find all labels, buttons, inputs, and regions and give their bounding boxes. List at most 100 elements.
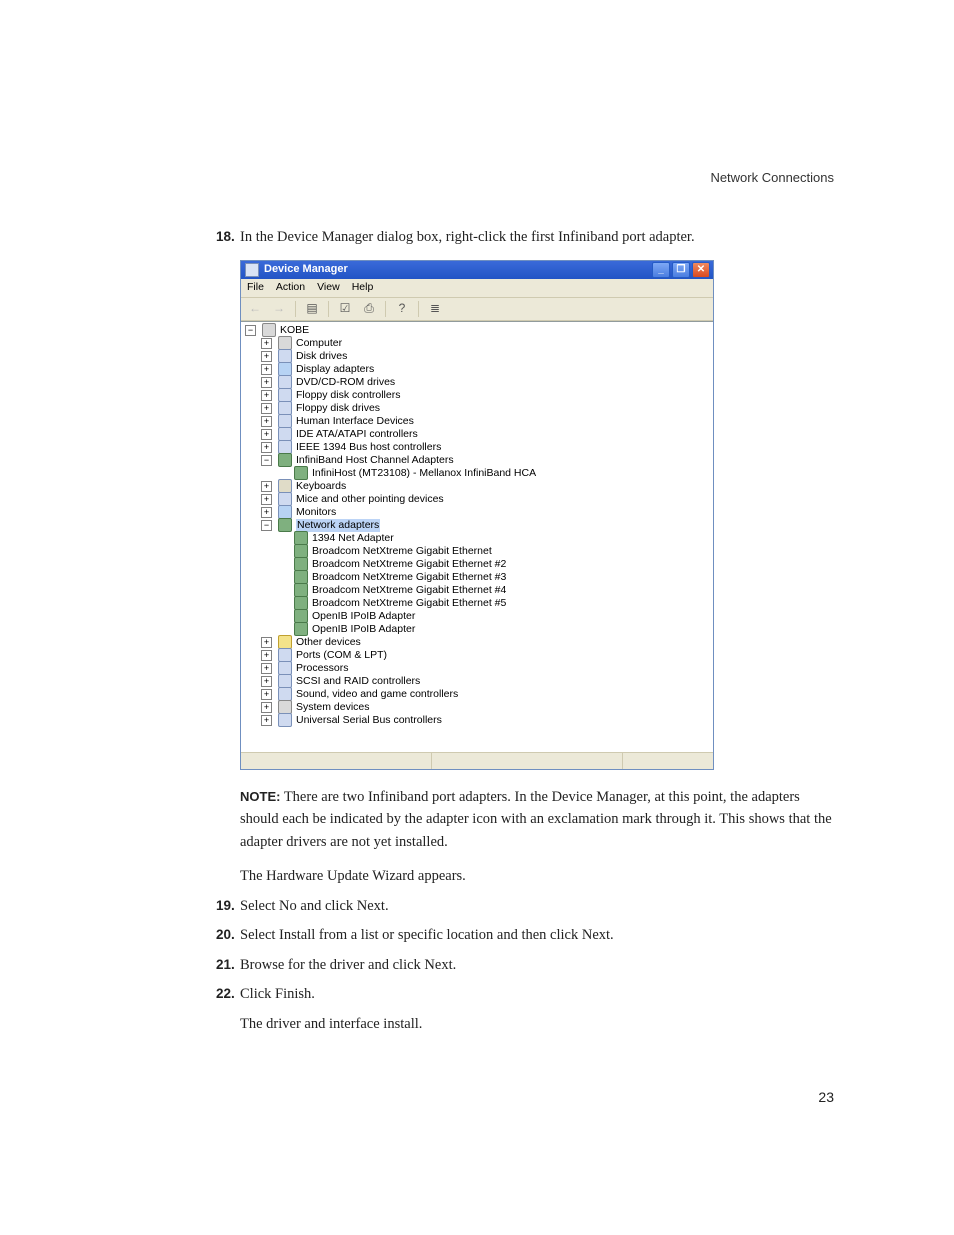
step-19-number: 19. <box>216 897 235 915</box>
tree-item-other-devices[interactable]: + Other devices <box>261 636 713 649</box>
tree-item-display-adapters[interactable]: +Display adapters <box>261 363 713 376</box>
expand-icon[interactable]: + <box>261 416 272 427</box>
tree-item-usb[interactable]: +Universal Serial Bus controllers <box>261 714 713 727</box>
help-icon[interactable]: ? <box>392 299 412 319</box>
collapse-icon[interactable]: − <box>261 520 272 531</box>
expand-icon[interactable]: + <box>261 689 272 700</box>
tree-root[interactable]: − KOBE <box>245 324 713 337</box>
maximize-button[interactable]: ❐ <box>672 262 690 278</box>
ieee1394-icon <box>278 440 292 454</box>
label: Processors <box>296 662 349 675</box>
expand-icon[interactable]: + <box>261 715 272 726</box>
adapter-icon <box>294 583 308 597</box>
expand-icon[interactable]: + <box>261 650 272 661</box>
step-22-number: 22. <box>216 985 235 1003</box>
scan-hardware-icon[interactable]: ≣ <box>425 299 445 319</box>
tree-item-processors[interactable]: + Processors <box>261 662 713 675</box>
tree-item-ieee1394[interactable]: +IEEE 1394 Bus host controllers <box>261 441 713 454</box>
expand-blank <box>277 572 288 583</box>
expand-icon[interactable]: + <box>261 637 272 648</box>
tree-item-mice[interactable]: +Mice and other pointing devices <box>261 493 713 506</box>
tree-item-broadcom-2[interactable]: Broadcom NetXtreme Gigabit Ethernet #2 <box>277 558 713 571</box>
label: Broadcom NetXtreme Gigabit Ethernet <box>312 545 492 558</box>
tree-item-computer[interactable]: +Computer <box>261 337 713 350</box>
expand-icon[interactable]: + <box>261 676 272 687</box>
computer-icon <box>262 323 276 337</box>
tree-item-floppy[interactable]: +Floppy disk drives <box>261 402 713 415</box>
tree-item-broadcom-3[interactable]: Broadcom NetXtreme Gigabit Ethernet #3 <box>277 571 713 584</box>
expand-icon[interactable]: + <box>261 663 272 674</box>
expand-icon[interactable]: + <box>261 390 272 401</box>
tree-item-network-adapters[interactable]: −Network adapters <box>261 519 713 532</box>
tree-item-monitors[interactable]: +Monitors <box>261 506 713 519</box>
toolbar-separator <box>418 301 419 317</box>
menu-file[interactable]: File <box>247 280 264 294</box>
tree-item-dvd[interactable]: +DVD/CD-ROM drives <box>261 376 713 389</box>
toolbar-separator <box>328 301 329 317</box>
tree-item-broadcom-4[interactable]: Broadcom NetXtreme Gigabit Ethernet #4 <box>277 584 713 597</box>
running-header: Network Connections <box>710 170 834 185</box>
step-20: 20. Select Install from a list or specif… <box>216 926 834 946</box>
close-button[interactable]: ✕ <box>692 262 710 278</box>
step-18: 18. In the Device Manager dialog box, ri… <box>216 228 834 248</box>
collapse-icon[interactable]: − <box>261 455 272 466</box>
tree-item-ports[interactable]: +Ports (COM & LPT) <box>261 649 713 662</box>
tree-item-scsi[interactable]: +SCSI and RAID controllers <box>261 675 713 688</box>
step-19-text: Select No and click Next. <box>240 898 389 914</box>
tree-item-hid[interactable]: + Human Interface Devices <box>261 415 713 428</box>
expand-icon[interactable]: + <box>261 403 272 414</box>
tree-item-openib-2[interactable]: OpenIB IPoIB Adapter <box>277 623 713 636</box>
step-21-number: 21. <box>216 956 235 974</box>
tree-item-openib-1[interactable]: OpenIB IPoIB Adapter <box>277 610 713 623</box>
minimize-button[interactable]: _ <box>652 262 670 278</box>
label: Broadcom NetXtreme Gigabit Ethernet #2 <box>312 558 506 571</box>
expand-icon[interactable]: + <box>261 494 272 505</box>
expand-blank <box>277 559 288 570</box>
expand-icon[interactable]: + <box>261 702 272 713</box>
tree-item-infinihost[interactable]: InfiniHost (MT23108) - Mellanox InfiniBa… <box>277 467 713 480</box>
nav-forward-icon[interactable]: → <box>269 299 289 319</box>
window-titlebar[interactable]: Device Manager _ ❐ ✕ <box>241 261 713 279</box>
statusbar-cell <box>432 753 623 769</box>
expand-icon[interactable]: + <box>261 351 272 362</box>
menu-help[interactable]: Help <box>352 280 374 294</box>
ports-icon <box>278 648 292 662</box>
label: Broadcom NetXtreme Gigabit Ethernet #5 <box>312 597 506 610</box>
expand-blank <box>277 611 288 622</box>
expand-icon[interactable]: + <box>261 442 272 453</box>
adapter-icon <box>294 609 308 623</box>
expand-icon[interactable]: + <box>261 377 272 388</box>
print-icon[interactable]: ⎙ <box>359 299 379 319</box>
collapse-icon[interactable]: − <box>245 325 256 336</box>
expand-icon[interactable]: + <box>261 429 272 440</box>
tree-item-broadcom-1[interactable]: Broadcom NetXtreme Gigabit Ethernet <box>277 545 713 558</box>
menu-action[interactable]: Action <box>276 280 305 294</box>
nav-back-icon[interactable]: ← <box>245 299 265 319</box>
display-icon <box>278 362 292 376</box>
menu-view[interactable]: View <box>317 280 340 294</box>
label: OpenIB IPoIB Adapter <box>312 623 415 636</box>
label: Other devices <box>296 636 361 649</box>
tree-item-disk-drives[interactable]: +Disk drives <box>261 350 713 363</box>
expand-icon[interactable]: + <box>261 481 272 492</box>
show-hide-tree-icon[interactable]: ▤ <box>302 299 322 319</box>
label: Human Interface Devices <box>296 415 414 428</box>
cpu-icon <box>278 661 292 675</box>
tree-item-sound[interactable]: +Sound, video and game controllers <box>261 688 713 701</box>
sound-icon <box>278 687 292 701</box>
tree-item-keyboards[interactable]: + Keyboards <box>261 480 713 493</box>
tree-item-broadcom-5[interactable]: Broadcom NetXtreme Gigabit Ethernet #5 <box>277 597 713 610</box>
expand-blank <box>277 533 288 544</box>
label: Keyboards <box>296 480 346 493</box>
tree-item-infiniband-hca[interactable]: −InfiniBand Host Channel Adapters <box>261 454 713 467</box>
toolbar: ← → ▤ ☑ ⎙ ? ≣ <box>241 298 713 321</box>
tree-item-1394-net[interactable]: 1394 Net Adapter <box>277 532 713 545</box>
statusbar-cell <box>623 753 713 769</box>
expand-icon[interactable]: + <box>261 338 272 349</box>
expand-icon[interactable]: + <box>261 507 272 518</box>
expand-icon[interactable]: + <box>261 364 272 375</box>
tree-item-ide[interactable]: +IDE ATA/ATAPI controllers <box>261 428 713 441</box>
tree-item-floppy-ctrl[interactable]: +Floppy disk controllers <box>261 389 713 402</box>
tree-item-system-devices[interactable]: +System devices <box>261 701 713 714</box>
properties-icon[interactable]: ☑ <box>335 299 355 319</box>
